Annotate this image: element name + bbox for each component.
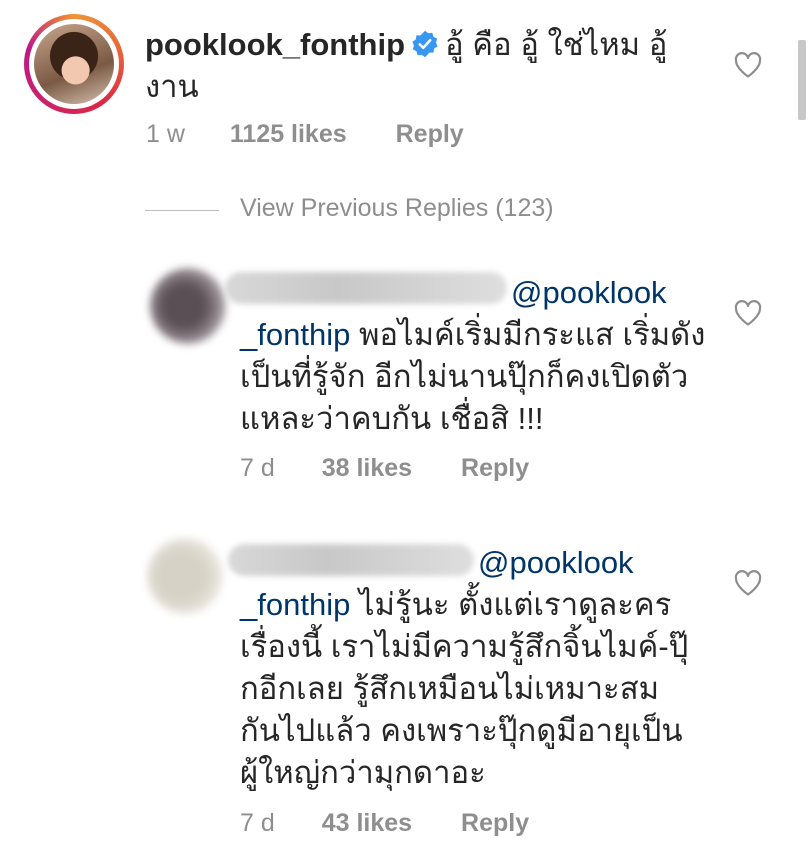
main-comment-line1: pooklook_fonthip อู้ คือ อู้ ใช่ไหม อู้: [145, 24, 667, 66]
scrollbar[interactable]: [798, 40, 806, 120]
reply-line: แหละว่าคบกัน เชื่อสิ !!!: [240, 401, 544, 436]
reply-meta: 7 d 38 likes Reply: [240, 454, 529, 483]
likes-count[interactable]: 43 likes: [322, 809, 412, 837]
likes-count[interactable]: 1125 likes: [230, 120, 347, 148]
mention-link[interactable]: @pooklook: [478, 542, 634, 584]
reply-line: กันไปแล้ว คงเพราะปุ๊กดูมีอายุเป็น: [240, 713, 683, 748]
comment-time: 7 d: [240, 809, 275, 837]
avatar[interactable]: [150, 268, 226, 344]
view-previous-replies-button[interactable]: View Previous Replies (123): [240, 194, 554, 223]
reply-button[interactable]: Reply: [461, 454, 529, 482]
heart-icon[interactable]: [734, 300, 762, 326]
reply-button[interactable]: Reply: [461, 809, 529, 837]
username[interactable]: pooklook_fonthip: [145, 27, 405, 62]
reply-line: เรื่องนี้ เราไม่มีความรู้สึกจิ้นไมค์-ปุ๊: [240, 629, 689, 664]
reply-button[interactable]: Reply: [396, 120, 464, 148]
reply-line: _fonthip ไม่รู้นะ ตั้งแต่เราดูละคร: [240, 584, 671, 626]
reply-line: _fonthip พอไมค์เริ่มมีกระแส เริ่มดัง: [240, 314, 705, 356]
blurred-username[interactable]: [228, 544, 474, 576]
mention-link[interactable]: _fonthip: [240, 587, 350, 622]
avatar[interactable]: [147, 538, 223, 614]
reply-line: กอีกเลย รู้สึกเหมือนไม่เหมาะสม: [240, 671, 660, 706]
blurred-username[interactable]: [225, 272, 507, 304]
main-comment-meta: 1 w 1125 likes Reply: [146, 120, 464, 149]
avatar-story-ring[interactable]: [24, 14, 124, 114]
divider: [145, 210, 219, 211]
heart-icon[interactable]: [734, 570, 762, 596]
reply-line: เป็นที่รู้จัก อีกไม่นานปุ๊กก็คงเปิดตัว: [240, 359, 689, 394]
mention-link[interactable]: @pooklook: [511, 272, 667, 314]
comment-time: 7 d: [240, 454, 275, 482]
mention-link[interactable]: _fonthip: [240, 317, 350, 352]
heart-icon[interactable]: [734, 52, 762, 78]
comment-thread: pooklook_fonthip อู้ คือ อู้ ใช่ไหม อู้ ง…: [0, 0, 810, 866]
comment-time: 1 w: [146, 120, 185, 148]
main-comment-line2: งาน: [145, 69, 199, 104]
main-comment-text: อู้ คือ อู้ ใช่ไหม อู้: [445, 27, 668, 62]
likes-count[interactable]: 38 likes: [322, 454, 412, 482]
reply-text: ไม่รู้นะ ตั้งแต่เราดูละคร: [358, 587, 672, 622]
avatar: [34, 24, 114, 104]
verified-badge-icon: [412, 30, 438, 58]
reply-meta: 7 d 43 likes Reply: [240, 809, 529, 838]
reply-text: พอไมค์เริ่มมีกระแส เริ่มดัง: [358, 317, 706, 352]
reply-line: ผู้ใหญ่กว่ามุกดาอะ: [240, 755, 486, 790]
